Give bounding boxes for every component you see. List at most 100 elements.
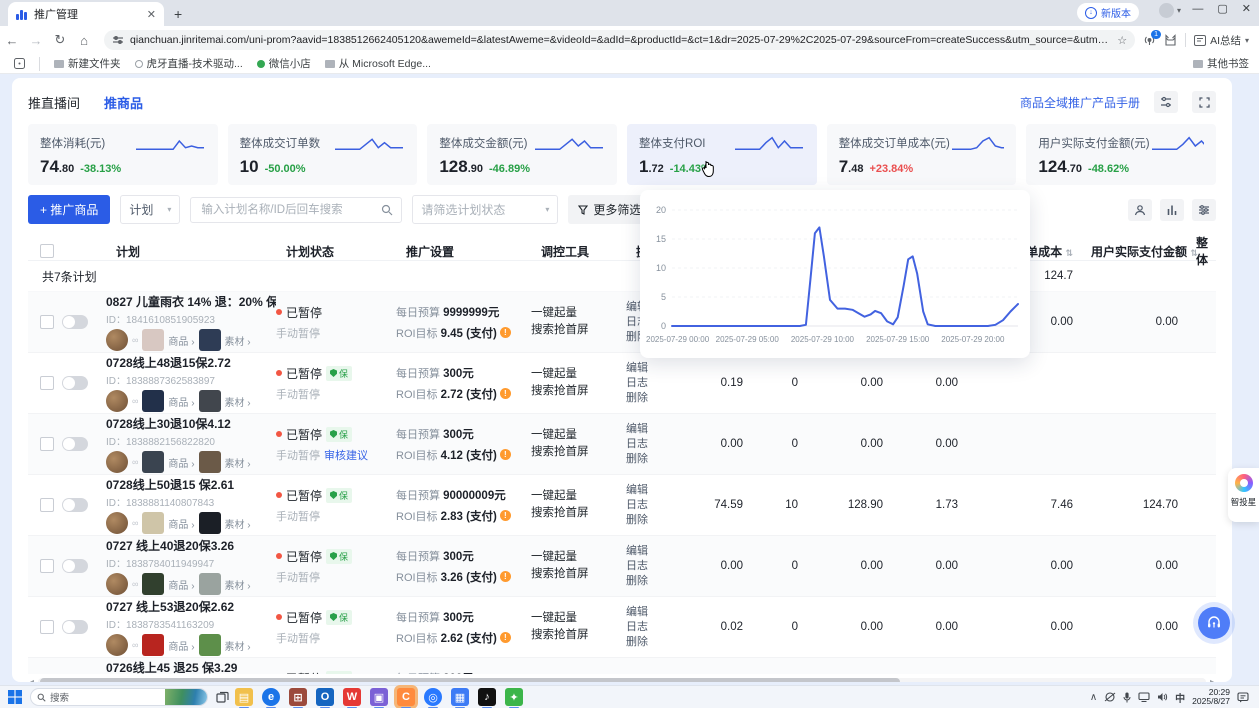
customer-service-button[interactable] bbox=[1198, 607, 1230, 639]
sort-icon[interactable]: ⇅ bbox=[1065, 248, 1073, 258]
material-thumbnail[interactable] bbox=[199, 390, 221, 412]
microphone-icon[interactable] bbox=[1123, 692, 1131, 703]
plan-title[interactable]: 0728线上30退10保4.12 bbox=[106, 415, 276, 432]
plan-title[interactable]: 0727 线上40退20保3.26 bbox=[106, 537, 276, 554]
action-link[interactable]: 删除 bbox=[626, 635, 681, 650]
clock[interactable]: 20:292025/8/27 bbox=[1192, 688, 1230, 707]
kpi-card-5[interactable]: 用户实际支付金额(元)124.70-48.62% bbox=[1026, 124, 1216, 185]
tab-close-icon[interactable]: ✕ bbox=[147, 8, 156, 21]
row-checkbox[interactable] bbox=[40, 315, 54, 329]
col-control-tools[interactable]: 调控工具 bbox=[531, 243, 626, 260]
scroll-right-arrow[interactable]: ▸ bbox=[1210, 677, 1214, 682]
action-link[interactable]: 日志 bbox=[626, 437, 681, 452]
material-link[interactable]: 素材 › bbox=[225, 333, 251, 348]
taskbar-app-blue-circle-app[interactable]: ◎ bbox=[424, 688, 442, 706]
tool-link[interactable]: 搜索抢首屏 bbox=[531, 505, 626, 522]
horizontal-scrollbar[interactable]: ◂ ▸ bbox=[28, 676, 1216, 682]
kpi-card-4[interactable]: 整体成交订单成本(元)7.48+23.84% bbox=[827, 124, 1017, 185]
row-checkbox[interactable] bbox=[40, 498, 54, 512]
product-link[interactable]: 商品 › bbox=[168, 455, 194, 470]
promote-product-button[interactable]: + 推广商品 bbox=[28, 195, 110, 224]
taskbar-app-blue-app[interactable]: ▦ bbox=[451, 688, 469, 706]
ime-indicator[interactable]: 中 bbox=[1175, 690, 1185, 705]
settings-sliders-icon[interactable] bbox=[1154, 91, 1178, 113]
action-link[interactable]: 编辑 bbox=[626, 605, 681, 620]
action-link[interactable]: 日志 bbox=[626, 376, 681, 391]
assistant-widget[interactable]: 智投星 bbox=[1228, 468, 1259, 522]
action-link[interactable]: 日志 bbox=[626, 498, 681, 513]
tool-link[interactable]: 一键起量 bbox=[531, 488, 626, 505]
tool-link[interactable]: 搜索抢首屏 bbox=[531, 383, 626, 400]
taskbar-app-outlook[interactable]: O bbox=[316, 688, 334, 706]
row-toggle[interactable] bbox=[62, 620, 88, 634]
action-link[interactable]: 删除 bbox=[626, 391, 681, 406]
row-checkbox[interactable] bbox=[40, 559, 54, 573]
bookmark-item[interactable]: 新建文件夹 bbox=[54, 56, 121, 71]
kpi-card-0[interactable]: 整体消耗(元)74.80-38.13% bbox=[28, 124, 218, 185]
table-settings-icon[interactable] bbox=[1192, 199, 1216, 221]
reload-button[interactable]: ↻ bbox=[48, 32, 72, 48]
maximize-button[interactable]: ▢ bbox=[1217, 2, 1227, 15]
broadcast-extension-icon[interactable]: 1 bbox=[1143, 34, 1156, 47]
action-link[interactable]: 日志 bbox=[626, 620, 681, 635]
col-user-paid[interactable]: 用户实际支付金额 ⇅ bbox=[1081, 243, 1186, 260]
warning-icon[interactable]: ! bbox=[500, 571, 511, 582]
plan-title[interactable]: 0726线上45 退25 保3.29 bbox=[106, 659, 276, 674]
tray-chevron-icon[interactable]: ∧ bbox=[1090, 692, 1097, 703]
mouse-device-icon[interactable] bbox=[1104, 692, 1116, 702]
more-filters-button[interactable]: 更多筛选 bbox=[568, 195, 651, 224]
browser-profile-avatar[interactable]: ▾ bbox=[1159, 3, 1181, 18]
kpi-card-3[interactable]: 整体支付ROI1.72-14.43% bbox=[627, 124, 817, 185]
taskbar-app-edge-browser[interactable]: e bbox=[262, 688, 280, 706]
download-person-icon[interactable] bbox=[1128, 199, 1152, 221]
product-thumbnail[interactable] bbox=[142, 390, 164, 412]
taskbar-app-wps[interactable]: W bbox=[343, 688, 361, 706]
minimize-button[interactable]: — bbox=[1192, 3, 1203, 15]
warning-icon[interactable]: ! bbox=[500, 632, 511, 643]
tab-promote-product[interactable]: 推商品 bbox=[104, 93, 143, 112]
search-icon[interactable] bbox=[381, 204, 393, 216]
row-toggle[interactable] bbox=[62, 498, 88, 512]
bookmark-item[interactable]: 从 Microsoft Edge... bbox=[325, 56, 431, 71]
action-link[interactable]: 编辑 bbox=[626, 422, 681, 437]
row-checkbox[interactable] bbox=[40, 437, 54, 451]
material-link[interactable]: 素材 › bbox=[225, 394, 251, 409]
plan-search-input[interactable] bbox=[199, 203, 381, 217]
bookmark-item[interactable]: 微信小店 bbox=[257, 56, 311, 71]
material-thumbnail[interactable] bbox=[199, 512, 221, 534]
new-tab-button[interactable]: + bbox=[174, 6, 182, 26]
network-display-icon[interactable] bbox=[1138, 692, 1150, 702]
address-bar[interactable]: qianchuan.jinritemai.com/uni-prom?aavid=… bbox=[104, 30, 1135, 50]
tool-link[interactable]: 一键起量 bbox=[531, 366, 626, 383]
cat-extension-icon[interactable] bbox=[1164, 34, 1177, 47]
ai-summary-button[interactable]: AI总结 ▾ bbox=[1194, 33, 1249, 48]
bookmark-star-icon[interactable]: ☆ bbox=[1117, 34, 1127, 47]
product-link[interactable]: 商品 › bbox=[168, 638, 194, 653]
material-link[interactable]: 素材 › bbox=[225, 638, 251, 653]
product-manual-link[interactable]: 商品全域推广产品手册 bbox=[1020, 94, 1140, 111]
task-view-icon[interactable] bbox=[216, 691, 229, 704]
new-version-badge[interactable]: ↓新版本 bbox=[1077, 3, 1139, 22]
action-link[interactable]: 编辑 bbox=[626, 483, 681, 498]
material-thumbnail[interactable] bbox=[199, 451, 221, 473]
tool-link[interactable]: 一键起量 bbox=[531, 610, 626, 627]
plan-title[interactable]: 0827 儿童雨衣 14% 退：20% 保：9.92 bbox=[106, 293, 276, 310]
plan-title[interactable]: 0727 线上53退20保2.62 bbox=[106, 598, 276, 615]
action-link[interactable]: 删除 bbox=[626, 452, 681, 467]
taskbar-app-file-explorer[interactable]: ▤ bbox=[235, 688, 253, 706]
column-chart-icon[interactable] bbox=[1160, 199, 1184, 221]
action-link[interactable]: 删除 bbox=[626, 513, 681, 528]
taskbar-app-qianchuan-app[interactable]: C bbox=[397, 688, 415, 706]
col-plan-status[interactable]: 计划状态 bbox=[276, 243, 396, 260]
action-link[interactable]: 编辑 bbox=[626, 544, 681, 559]
scrollbar-thumb[interactable] bbox=[40, 678, 900, 682]
product-link[interactable]: 商品 › bbox=[168, 394, 194, 409]
kpi-card-2[interactable]: 整体成交金额(元)128.90-46.89% bbox=[427, 124, 617, 185]
taskbar-app-store-red-app[interactable]: ⊞ bbox=[289, 688, 307, 706]
product-link[interactable]: 商品 › bbox=[168, 333, 194, 348]
taskbar-app-wechat-green-app[interactable]: ✦ bbox=[505, 688, 523, 706]
product-thumbnail[interactable] bbox=[142, 329, 164, 351]
kpi-card-1[interactable]: 整体成交订单数10-50.00% bbox=[228, 124, 418, 185]
bookmark-item[interactable]: 虎牙直播-技术驱动... bbox=[135, 56, 243, 71]
material-thumbnail[interactable] bbox=[199, 573, 221, 595]
